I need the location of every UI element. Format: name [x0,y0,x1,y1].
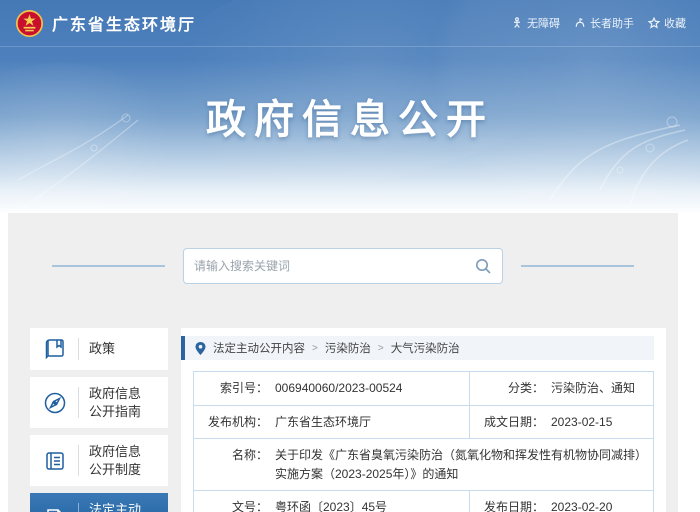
site-title: 广东省生态环境厅 [52,11,196,35]
sidebar-item-label: 政府信息公开制度 [89,443,151,478]
table-row: 发布机构： 广东省生态环境厅 成文日期： 2023-02-15 [194,405,654,439]
search-icon[interactable] [474,257,492,275]
index-number-value: 006940060/2023-00524 [275,379,461,398]
publisher-label: 发布机构： [202,413,268,432]
publish-date-label: 发布日期： [478,498,544,512]
breadcrumb-separator: > [312,343,318,354]
sidebar-item-label: 政策 [89,340,151,358]
divider [78,503,79,512]
sidebar-item-disclosure-guide[interactable]: 政府信息公开指南 [30,377,168,428]
elder-assist-link[interactable]: 长者助手 [574,15,634,31]
book-icon [42,336,68,362]
main-panel: 政策 政府信息公开指南 政府信息公开制度 [8,213,678,512]
topbar-links: 无障碍 长者助手 收藏 [511,15,686,31]
category-label: 分类： [478,379,544,398]
page: 广东省生态环境厅 无障碍 长者助手 收藏 政府信息公开 [0,0,700,512]
breadcrumb-item[interactable]: 法定主动公开内容 [213,340,305,356]
written-date-label: 成文日期： [478,413,544,432]
divider-line [521,265,634,267]
sidebar-item-statutory-disclosure[interactable]: 法定主动公开内容 [30,493,168,512]
elder-assist-label: 长者助手 [590,15,634,31]
table-row: 文号： 粤环函〔2023〕45号 发布日期： 2023-02-20 [194,491,654,512]
search-row [8,213,678,284]
hero-banner: 广东省生态环境厅 无障碍 长者助手 收藏 政府信息公开 [0,0,700,213]
search-input[interactable] [194,259,474,273]
accessibility-link[interactable]: 无障碍 [511,15,560,31]
document-icon [42,506,68,512]
divider [78,445,79,476]
doc-number-value: 粤环函〔2023〕45号 [275,498,461,512]
national-emblem-icon [16,10,43,37]
divider-line [52,265,165,267]
sidebar-item-label: 政府信息公开指南 [89,385,151,420]
publisher-value: 广东省生态环境厅 [275,413,461,432]
sidebar-item-disclosure-system[interactable]: 政府信息公开制度 [30,435,168,486]
publish-date-value: 2023-02-20 [551,498,645,512]
breadcrumb-item[interactable]: 污染防治 [325,340,371,356]
accessibility-label: 无障碍 [527,15,560,31]
table-row: 索引号： 006940060/2023-00524 分类： 污染防治、通知 [194,372,654,406]
doc-number-label: 文号： [202,498,268,512]
page-title: 政府信息公开 [0,87,700,145]
notebook-icon [42,448,68,474]
content-panel: 法定主动公开内容 > 污染防治 > 大气污染防治 索引号： 006940060/… [181,328,666,512]
search-box [183,248,503,284]
divider [78,387,79,418]
breadcrumb: 法定主动公开内容 > 污染防治 > 大气污染防治 [181,336,654,360]
breadcrumb-separator: > [378,343,384,354]
top-header-bar: 广东省生态环境厅 无障碍 长者助手 收藏 [0,0,700,47]
content-columns: 政策 政府信息公开指南 政府信息公开制度 [30,328,666,512]
location-pin-icon [195,342,206,355]
sidebar-item-label: 法定主动公开内容 [89,501,151,512]
document-detail-table: 索引号： 006940060/2023-00524 分类： 污染防治、通知 发布… [193,371,654,512]
accessibility-icon [511,17,523,29]
title-value: 关于印发《广东省臭氧污染防治（氮氧化物和挥发性有机物协同减排）实施方案（2023… [275,446,645,483]
written-date-value: 2023-02-15 [551,413,645,432]
title-label: 名称： [202,446,268,483]
elder-assist-icon [574,17,586,29]
compass-icon [42,390,68,416]
sidebar: 政策 政府信息公开指南 政府信息公开制度 [30,328,168,512]
star-icon [648,17,660,29]
table-row: 名称： 关于印发《广东省臭氧污染防治（氮氧化物和挥发性有机物协同减排）实施方案（… [194,439,654,491]
category-value: 污染防治、通知 [551,379,645,398]
sidebar-item-policy[interactable]: 政策 [30,328,168,370]
favorite-link[interactable]: 收藏 [648,15,686,31]
favorite-label: 收藏 [664,15,686,31]
breadcrumb-item[interactable]: 大气污染防治 [391,340,460,356]
index-number-label: 索引号： [202,379,268,398]
divider [78,338,79,360]
